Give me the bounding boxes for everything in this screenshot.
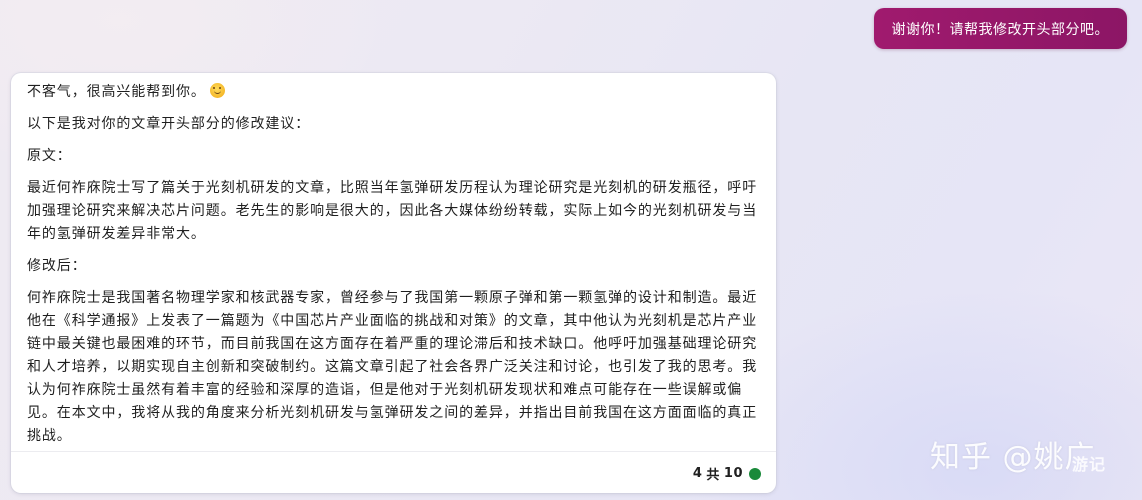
bot-greeting: 不客气，很高兴能帮到你。 [27, 84, 206, 100]
card-footer: 4 共 10 [11, 451, 776, 493]
revised-text: 何祚庥院士是我国著名物理学家和核武器专家，曾经参与了我国第一颗原子弹和第一颗氢弹… [27, 290, 758, 444]
status-dot-icon [749, 467, 761, 480]
response-counter-current: 4 [692, 466, 703, 481]
youji-watermark: 游记 [1072, 455, 1107, 474]
bot-message-content: 不客气，很高兴能帮到你。 以下是我对你的文章开头部分的修改建议： 原文： 最近何… [27, 81, 765, 457]
original-text: 最近何祚庥院士写了篇关于光刻机研发的文章，比照当年氢弹研发历程认为理论研究是光刻… [27, 180, 758, 242]
response-counter: 4 共 10 [693, 464, 761, 483]
original-label: 原文： [27, 148, 72, 164]
response-counter-total: 10 [723, 466, 743, 481]
bot-message-card: 不客气，很高兴能帮到你。 以下是我对你的文章开头部分的修改建议： 原文： 最近何… [11, 73, 776, 493]
response-counter-separator: 共 [706, 468, 720, 483]
bot-intro: 以下是我对你的文章开头部分的修改建议： [27, 116, 311, 132]
user-message-bubble: 谢谢你！请帮我修改开头部分吧。 [873, 8, 1127, 49]
smiling-face-icon [209, 83, 225, 98]
user-message-text: 谢谢你！请帮我修改开头部分吧。 [891, 21, 1109, 38]
bot-greeting-line: 不客气，很高兴能帮到你。 [27, 81, 765, 104]
zhihu-watermark: 知乎 @姚广 [930, 440, 1096, 475]
revised-label: 修改后： [27, 258, 87, 274]
